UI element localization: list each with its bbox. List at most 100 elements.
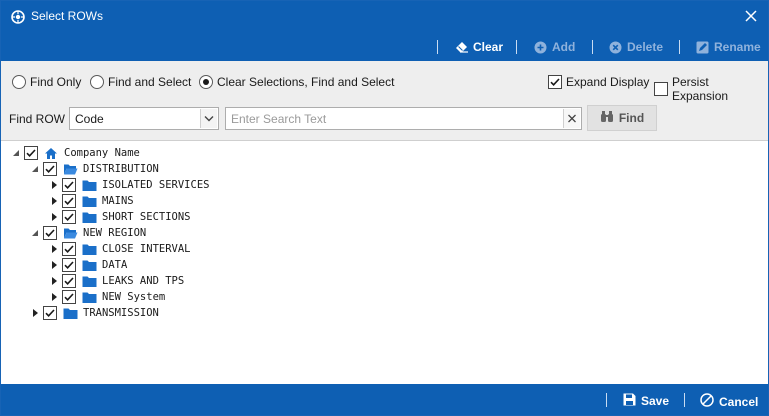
binoculars-icon [600, 110, 614, 126]
save-icon [623, 393, 636, 409]
toolbar-separator [516, 40, 517, 54]
collapse-arrow-icon[interactable] [30, 164, 40, 174]
radio-find-and-select[interactable]: Find and Select [90, 75, 191, 89]
tree-node-label: NEW System [102, 291, 166, 303]
tree-node-new-region[interactable]: NEW REGION [30, 225, 146, 241]
radio-circle [12, 75, 26, 89]
tree-node-transmission[interactable]: TRANSMISSION [30, 305, 159, 321]
folder-icon [82, 275, 97, 288]
tree-checkbox[interactable] [62, 210, 76, 224]
radio-circle [90, 75, 104, 89]
tree-node-isolated-services[interactable]: ISOLATED SERVICES [49, 177, 209, 193]
clear-button[interactable]: Clear [455, 39, 503, 55]
collapse-arrow-icon[interactable] [11, 148, 21, 158]
find-field-select[interactable]: Code [69, 107, 219, 130]
checkbox-box [548, 75, 562, 89]
expand-arrow-icon[interactable] [30, 308, 40, 318]
tree-checkbox[interactable] [43, 306, 57, 320]
search-input[interactable] [231, 111, 551, 126]
clear-search-icon[interactable] [563, 109, 580, 128]
tree-node-mains[interactable]: MAINS [49, 193, 134, 209]
expand-arrow-icon[interactable] [49, 212, 59, 222]
close-icon[interactable] [742, 7, 760, 25]
expand-display-label: Expand Display [566, 75, 650, 89]
folder-icon [82, 179, 97, 192]
find-row-label: Find ROW [9, 112, 66, 126]
radio-label: Find Only [30, 75, 82, 89]
expand-display-checkbox[interactable]: Expand Display [548, 75, 649, 89]
radio-clear-find-select[interactable]: Clear Selections, Find and Select [199, 75, 394, 89]
tree-checkbox[interactable] [24, 146, 38, 160]
folder-open-icon [63, 163, 78, 176]
title-bar: Select ROWs [1, 1, 768, 33]
footer-bar: Save Cancel [1, 384, 768, 415]
add-button[interactable]: Add [534, 39, 575, 55]
tree-checkbox[interactable] [62, 178, 76, 192]
tree-node-new-system[interactable]: NEW System [49, 289, 165, 305]
folder-icon [82, 195, 97, 208]
tree-checkbox[interactable] [43, 226, 57, 240]
folder-icon [82, 243, 97, 256]
tree-checkbox[interactable] [62, 290, 76, 304]
options-bar: Find Only Find and Select Clear Selectio… [1, 61, 768, 141]
expand-arrow-icon[interactable] [49, 292, 59, 302]
persist-expansion-label: Persist Expansion [672, 75, 729, 103]
plus-circle-icon [534, 41, 547, 54]
tree-checkbox[interactable] [62, 194, 76, 208]
radio-find-only[interactable]: Find Only [12, 75, 81, 89]
tree-node-label: LEAKS AND TPS [102, 275, 185, 287]
save-button[interactable]: Save [623, 393, 669, 409]
tree-node-root[interactable]: Company Name [11, 145, 140, 161]
app-icon [11, 10, 25, 24]
chevron-down-icon[interactable] [200, 109, 217, 128]
checkbox-box [654, 82, 668, 96]
cancel-icon [700, 393, 714, 410]
folder-icon [63, 307, 78, 320]
tree-node-label: MAINS [102, 195, 134, 207]
tree-node-label: CLOSE INTERVAL [102, 243, 191, 255]
expand-arrow-icon[interactable] [49, 244, 59, 254]
folder-icon [82, 259, 97, 272]
delete-button[interactable]: Delete [609, 39, 663, 55]
tree-checkbox[interactable] [43, 162, 57, 176]
tree-node-distribution[interactable]: DISTRIBUTION [30, 161, 159, 177]
collapse-arrow-icon[interactable] [30, 228, 40, 238]
add-label: Add [552, 40, 576, 54]
toolbar: Clear Add Delete Rename [1, 33, 768, 61]
tree-node-label: DISTRIBUTION [83, 163, 159, 175]
rename-button[interactable]: Rename [696, 39, 761, 55]
expand-arrow-icon[interactable] [49, 196, 59, 206]
folder-open-icon [63, 227, 78, 240]
tree-checkbox[interactable] [62, 258, 76, 272]
radio-label: Clear Selections, Find and Select [217, 75, 395, 89]
select-rows-dialog: Select ROWs Clear Add Delete Rename Find… [0, 0, 769, 416]
tree-node-leaks-and-tps[interactable]: LEAKS AND TPS [49, 273, 184, 289]
home-icon [44, 147, 59, 160]
tree-node-label: Company Name [64, 147, 140, 159]
folder-icon [82, 291, 97, 304]
cancel-button[interactable]: Cancel [700, 393, 758, 410]
tree-node-data[interactable]: DATA [49, 257, 127, 273]
toolbar-separator [592, 40, 593, 54]
tree-node-label: DATA [102, 259, 128, 271]
find-field-value: Code [75, 112, 104, 126]
expand-arrow-icon[interactable] [49, 276, 59, 286]
find-label: Find [618, 111, 645, 125]
tree-node-label: NEW REGION [83, 227, 147, 239]
tree-checkbox[interactable] [62, 274, 76, 288]
folder-icon [82, 211, 97, 224]
persist-expansion-checkbox[interactable]: Persist Expansion [654, 75, 768, 103]
tree-node-label: TRANSMISSION [83, 307, 159, 319]
radio-circle [199, 75, 213, 89]
radio-label: Find and Select [108, 75, 192, 89]
find-button[interactable]: Find [587, 105, 657, 131]
eraser-icon [455, 41, 468, 54]
x-circle-icon [609, 41, 622, 54]
footer-separator [684, 393, 685, 407]
tree-node-short-sections[interactable]: SHORT SECTIONS [49, 209, 191, 225]
expand-arrow-icon[interactable] [49, 180, 59, 190]
expand-arrow-icon[interactable] [49, 260, 59, 270]
tree-checkbox[interactable] [62, 242, 76, 256]
tree-node-close-interval[interactable]: CLOSE INTERVAL [49, 241, 191, 257]
save-label: Save [641, 394, 670, 408]
